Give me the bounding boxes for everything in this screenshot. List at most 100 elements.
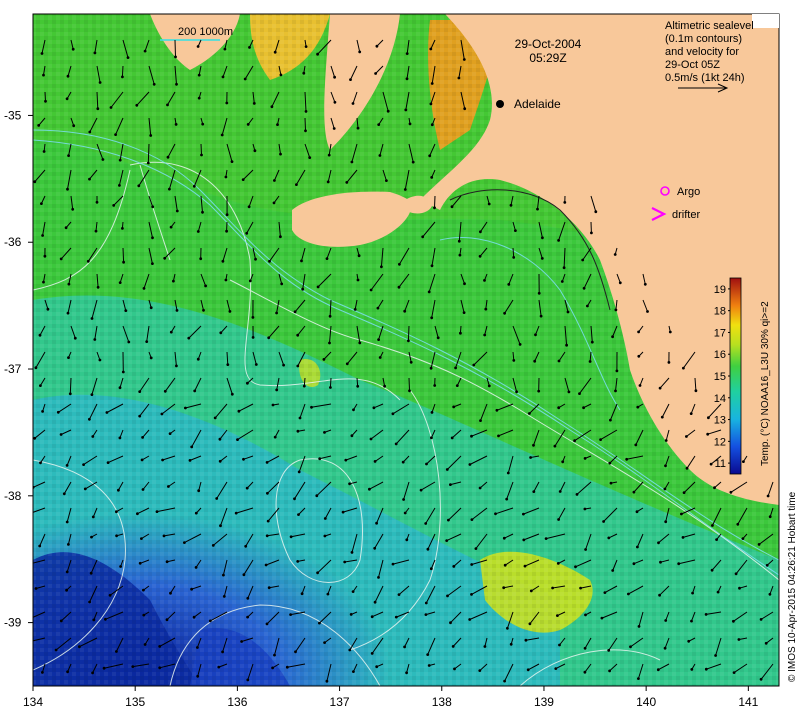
scale-label: 200 1000m [178, 26, 233, 38]
velocity-arrow-head [141, 459, 144, 462]
city-dot [496, 100, 504, 108]
velocity-arrow-head [119, 565, 122, 568]
velocity-arrow-head [408, 389, 411, 392]
date-label: 29-Oct-2004 [515, 37, 582, 51]
velocity-arrow-head [266, 534, 269, 537]
velocity-arrow-head [280, 283, 283, 286]
velocity-arrow-head [248, 205, 251, 208]
velocity-arrow-head [609, 419, 612, 422]
velocity-arrow-head [84, 488, 87, 491]
velocity-arrow-head [573, 439, 576, 442]
velocity-arrow-head [584, 508, 587, 511]
velocity-arrow-head [246, 487, 249, 490]
velocity-arrow-head [305, 45, 308, 48]
velocity-arrow-head [60, 258, 63, 261]
velocity-arrow-head [115, 650, 118, 653]
velocity-arrow-head [151, 262, 154, 265]
colorbar-tick-label: 14 [714, 393, 726, 405]
velocity-arrow-head [705, 613, 708, 616]
velocity-arrow-head [290, 535, 293, 538]
velocity-arrow-head [677, 562, 680, 565]
velocity-arrow-head [66, 571, 69, 574]
velocity-arrow-head [142, 589, 145, 592]
velocity-arrow-head [405, 671, 408, 674]
velocity-arrow-head [563, 201, 566, 204]
velocity-arrow-head [711, 569, 714, 572]
velocity-arrow-head [296, 560, 299, 563]
velocity-arrow-head [687, 640, 690, 643]
velocity-arrow-head [634, 444, 637, 447]
velocity-arrow-head [117, 489, 120, 492]
velocity-arrow-head [138, 390, 141, 393]
velocity-arrow-head [402, 498, 405, 501]
velocity-arrow-head [273, 202, 276, 205]
velocity-arrow-head [268, 586, 271, 589]
velocity-arrow-head [430, 367, 433, 370]
velocity-arrow-head [143, 287, 146, 290]
velocity-arrow-head [115, 510, 118, 513]
velocity-arrow-head [351, 551, 354, 554]
velocity-arrow-head [183, 541, 186, 544]
velocity-arrow-head [93, 338, 96, 341]
velocity-arrow-head [375, 665, 378, 668]
velocity-arrow-head [294, 310, 297, 313]
velocity-arrow [513, 248, 514, 257]
velocity-arrow-head [574, 565, 577, 568]
velocity-arrow-head [242, 178, 245, 181]
velocity-arrow-head [664, 619, 667, 622]
velocity-arrow [123, 248, 124, 262]
velocity-arrow-head [275, 312, 278, 315]
velocity-arrow-head [713, 486, 716, 489]
velocity-arrow-head [406, 52, 409, 55]
velocity-arrow-head [67, 356, 70, 359]
velocity-arrow-head [374, 601, 377, 604]
velocity-arrow-head [410, 361, 413, 364]
velocity-arrow-head [554, 445, 557, 448]
velocity-arrow-head [136, 512, 139, 515]
lat-axis: -35-36-37-38-39 [4, 108, 33, 629]
velocity-arrow-head [240, 640, 243, 643]
velocity-arrow-head [349, 78, 352, 81]
velocity-arrow-head [504, 564, 507, 567]
velocity-arrow-head [137, 184, 140, 187]
velocity-arrow-head [406, 77, 409, 80]
velocity-arrow-head [296, 365, 299, 368]
velocity-arrow-head [589, 360, 592, 363]
velocity-arrow-head [456, 384, 459, 387]
velocity-arrow-head [82, 463, 85, 466]
velocity-arrow-head [561, 460, 564, 463]
velocity-arrow-head [78, 645, 81, 648]
velocity-arrow-head [97, 286, 100, 289]
velocity-arrow-head [169, 592, 172, 595]
velocity-arrow-head [279, 153, 282, 156]
velocity-arrow-head [659, 387, 662, 390]
velocity-arrow-head [351, 161, 354, 164]
velocity-arrow-head [223, 595, 226, 598]
velocity-arrow-head [471, 518, 474, 521]
velocity-arrow-head [38, 545, 41, 548]
velocity-arrow-head [253, 102, 256, 105]
velocity-arrow-head [176, 210, 179, 213]
velocity-arrow-head [758, 543, 761, 546]
lat-tick-label: -35 [4, 108, 22, 122]
velocity-arrow-head [149, 134, 152, 137]
velocity-arrow-head [458, 240, 461, 243]
velocity-arrow-head [506, 627, 509, 630]
velocity-arrow-head [690, 668, 693, 671]
velocity-arrow-head [584, 614, 587, 617]
velocity-arrow-head [515, 390, 518, 393]
velocity-arrow-head [305, 110, 308, 113]
velocity-arrow-head [409, 123, 412, 126]
velocity-arrow-head [583, 287, 586, 290]
velocity-arrow-head [252, 336, 255, 339]
velocity-arrow-head [344, 459, 347, 462]
velocity-arrow-head [190, 446, 193, 449]
velocity-arrow-head [433, 384, 436, 387]
colorbar-gradient [730, 278, 741, 474]
velocity-arrow-head [658, 594, 661, 597]
lon-tick-label: 141 [738, 695, 758, 709]
velocity-arrow-head [122, 371, 125, 374]
velocity-arrow-head [463, 311, 466, 314]
velocity-arrow-head [163, 535, 166, 538]
velocity-arrow-head [407, 339, 410, 342]
